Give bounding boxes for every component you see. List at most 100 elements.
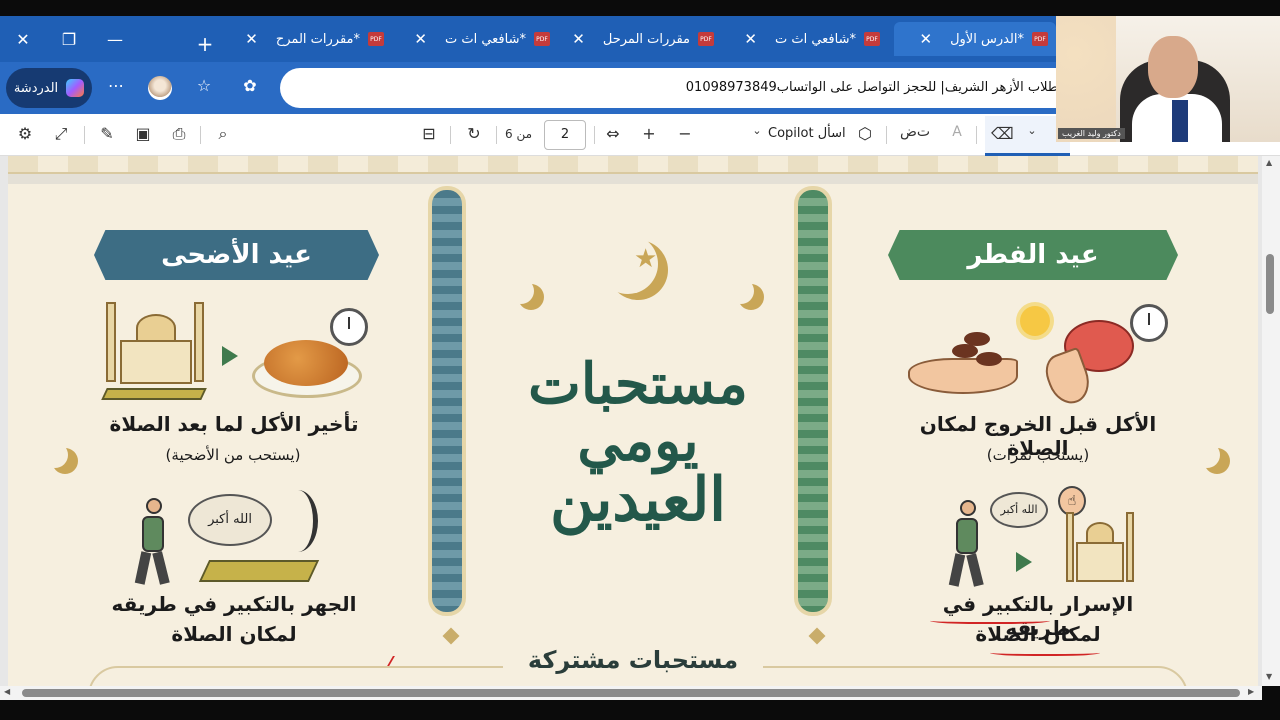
divider (886, 126, 887, 144)
tab-5[interactable]: PDF *مقررات المرح ✕ (232, 22, 392, 56)
mosque-icon (1064, 508, 1136, 588)
crescent-moon-icon (728, 278, 754, 304)
pdf-icon: PDF (864, 32, 880, 46)
sun-icon (1020, 306, 1050, 336)
walking-man-icon (944, 500, 994, 590)
print-icon[interactable]: ⎙ (168, 124, 190, 144)
hand-with-dates-icon (908, 358, 1018, 394)
scroll-up-icon[interactable]: ▲ (1266, 158, 1272, 167)
pen-annotation (930, 616, 1050, 624)
chevron-down-icon[interactable]: ⌄ (746, 124, 768, 137)
adha-item1-title: تأخير الأكل لما بعد الصلاة (109, 412, 359, 436)
scroll-left-icon[interactable]: ◀ (4, 687, 10, 696)
vertical-scroll-thumb[interactable] (1266, 254, 1274, 314)
tab-label: *شافعي اث ت (444, 31, 526, 47)
edit-icon[interactable]: ✎ (96, 124, 118, 143)
favorites-star-icon[interactable]: ☆ (192, 76, 216, 95)
restore-window-icon[interactable]: ❐ (46, 16, 92, 62)
adha-banner: عيد الأضحى (94, 230, 379, 280)
pdf-page: ★ مستحبات يومي العيدين عيد الأضحى عيد ال… (8, 156, 1258, 686)
expand-icon[interactable]: ⤢ (50, 124, 72, 144)
fitr-item2-line2: لمكان الصلاة (975, 622, 1101, 646)
vertical-scrollbar[interactable]: ▲ ▼ (1262, 156, 1280, 686)
adha-item2-line1: الجهر بالتكبير في طريقه (111, 592, 357, 616)
tie (1172, 100, 1188, 142)
page-gap (8, 174, 1258, 184)
fitr-banner: عيد الفطر (888, 230, 1178, 280)
translate-text-icon[interactable]: ﺕﺽ (900, 124, 930, 140)
presenter-name-tag: دكتور وليد الغريب (1058, 128, 1125, 139)
tab-1-active[interactable]: PDF *الدرس الأول ✕ (894, 22, 1056, 56)
webcam-overlay: دكتور وليد الغريب (1056, 16, 1280, 142)
save-icon[interactable]: ▣ (132, 124, 154, 143)
horizontal-scrollbar[interactable]: ◀ ▶ (0, 686, 1262, 700)
crescent-moon-icon (42, 442, 68, 468)
horizontal-scroll-thumb[interactable] (22, 689, 1240, 697)
more-options-icon[interactable]: ⋯ (104, 76, 128, 95)
page-number-input[interactable]: 2 (544, 120, 586, 150)
tab-label: مقررات المرحل (602, 31, 690, 47)
chevron-down-icon[interactable]: ⌄ (1021, 124, 1043, 137)
adha-item1-subtitle: (يستحب من الأضحية) (165, 446, 301, 464)
diamond-ornament (442, 627, 460, 645)
walking-man-icon (130, 498, 180, 588)
clock-icon (330, 308, 368, 346)
common-section-title: مستحبات مشتركة (503, 646, 763, 682)
new-tab-button[interactable]: + (190, 32, 220, 56)
title-line-1: مستحبات (528, 351, 748, 417)
settings-gear-icon[interactable]: ⚙ (14, 124, 36, 143)
zoom-out-icon[interactable]: − (674, 124, 696, 143)
ask-copilot-button[interactable]: اسأل Copilot (768, 126, 846, 141)
star-icon: ★ (634, 244, 658, 274)
search-icon[interactable]: ⌕ (212, 124, 234, 144)
pdf-icon: PDF (534, 32, 550, 46)
copilot-pdf-icon[interactable]: ⬡ (854, 124, 876, 143)
mosque-icon (100, 296, 212, 408)
divider (84, 126, 85, 144)
close-window-icon[interactable]: ✕ (0, 16, 46, 62)
adha-item2-line2: لمكان الصلاة (171, 622, 297, 646)
tab-2[interactable]: PDF *شافعي اث ت ✕ (728, 22, 888, 56)
browser-window: ✕ ❐ — + PDF *مقررات المرح ✕ PDF *شافعي ا… (0, 0, 1280, 720)
tab-4[interactable]: PDF *شافعي اث ت ✕ (398, 22, 558, 56)
profile-avatar[interactable] (148, 76, 172, 100)
rotate-icon[interactable]: ↻ (463, 124, 485, 143)
divider (976, 126, 977, 144)
fitr-item1-subtitle: (يستحب تمرات) (986, 446, 1090, 464)
tab-3[interactable]: PDF مقررات المرحل ✕ (562, 22, 722, 56)
page-view-icon[interactable]: ⊟ (418, 124, 440, 143)
screen-bottom-edge (0, 700, 1280, 720)
tab-close-icon[interactable]: ✕ (414, 30, 427, 48)
tab-close-icon[interactable]: ✕ (919, 30, 932, 48)
arrow-icon (222, 346, 238, 366)
copilot-chat-button[interactable]: الدردشة (6, 68, 92, 108)
takbir-speech-bubble: الله أكبر (990, 492, 1048, 528)
pdf-icon: PDF (368, 32, 384, 46)
divider (200, 126, 201, 144)
fit-width-icon[interactable]: ⇔ (602, 124, 624, 143)
sound-waves-icon (278, 490, 318, 552)
tab-close-icon[interactable]: ✕ (572, 30, 585, 48)
pdf-document-viewport[interactable]: ★ مستحبات يومي العيدين عيد الأضحى عيد ال… (0, 156, 1262, 686)
crescent-moon-icon (508, 278, 534, 304)
presenter-head (1148, 36, 1198, 98)
scroll-down-icon[interactable]: ▼ (1266, 672, 1272, 681)
clock-icon (1130, 304, 1168, 342)
divider (450, 126, 451, 144)
scroll-right-icon[interactable]: ▶ (1248, 687, 1254, 696)
chat-label: الدردشة (13, 80, 59, 96)
zoom-in-icon[interactable]: + (638, 124, 660, 143)
tab-close-icon[interactable]: ✕ (744, 30, 757, 48)
pen-annotation (990, 648, 1100, 656)
roast-chicken-icon (264, 340, 348, 386)
eraser-icon: ⌫ (991, 124, 1014, 143)
read-aloud-icon[interactable]: A (946, 124, 968, 140)
takbir-speech-bubble: الله أكبر (188, 494, 272, 546)
extensions-icon[interactable]: ✿ (238, 76, 262, 95)
ornament-backdrop (1056, 16, 1116, 142)
minimize-window-icon[interactable]: — (92, 16, 138, 62)
tab-close-icon[interactable]: ✕ (245, 30, 258, 48)
divider (496, 126, 497, 144)
ornament-border (8, 156, 1258, 174)
title-line-3: العيدين (550, 465, 726, 536)
